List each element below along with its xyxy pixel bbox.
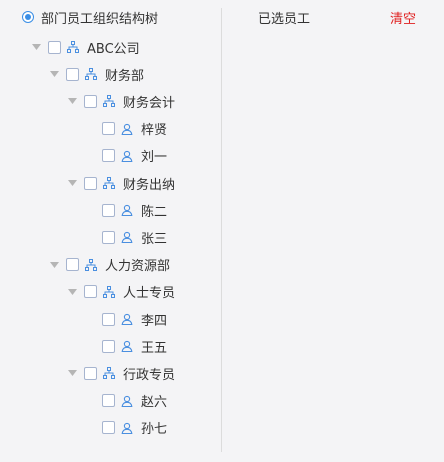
node-checkbox[interactable] bbox=[66, 67, 79, 81]
user-icon bbox=[120, 394, 133, 407]
org-structure-icon bbox=[66, 41, 79, 54]
tree-node-user[interactable]: 张三 bbox=[85, 227, 167, 247]
user-icon bbox=[120, 149, 133, 162]
node-checkbox[interactable] bbox=[102, 149, 115, 163]
user-icon bbox=[120, 122, 133, 135]
caret-down-icon[interactable] bbox=[31, 42, 41, 52]
tree-header-label: 部门员工组织结构树 bbox=[41, 11, 159, 27]
tree-node-dept[interactable]: 行政专员 bbox=[67, 363, 175, 383]
user-icon bbox=[120, 340, 133, 353]
node-checkbox[interactable] bbox=[102, 394, 115, 408]
org-structure-icon bbox=[84, 68, 97, 81]
tree-node-dept[interactable]: ABC公司 bbox=[31, 37, 140, 57]
node-label: ABC公司 bbox=[87, 41, 140, 57]
user-icon bbox=[120, 313, 133, 326]
user-icon bbox=[120, 204, 133, 217]
node-checkbox[interactable] bbox=[84, 366, 97, 380]
tree-node-dept[interactable]: 人力资源部 bbox=[49, 255, 170, 275]
node-label: 行政专员 bbox=[123, 367, 176, 383]
node-label: 王五 bbox=[141, 340, 168, 356]
tree-node-user[interactable]: 王五 bbox=[85, 336, 167, 356]
tree-node-user[interactable]: 孙七 bbox=[85, 418, 167, 438]
node-label: 财务部 bbox=[105, 68, 145, 84]
tree-node-dept[interactable]: 财务出纳 bbox=[67, 173, 175, 193]
tree-node-user[interactable]: 李四 bbox=[85, 309, 167, 329]
node-checkbox[interactable] bbox=[102, 339, 115, 353]
clear-button[interactable]: 清空 bbox=[390, 8, 416, 27]
org-structure-icon bbox=[102, 285, 115, 298]
node-label: 人力资源部 bbox=[105, 259, 171, 275]
org-structure-icon bbox=[102, 367, 115, 380]
tree-node-dept[interactable]: 财务会计 bbox=[67, 91, 175, 111]
node-label: 人士专员 bbox=[123, 286, 176, 302]
node-checkbox[interactable] bbox=[84, 176, 97, 190]
caret-down-icon[interactable] bbox=[67, 96, 77, 106]
tree-node-user[interactable]: 梓贤 bbox=[85, 119, 167, 139]
org-structure-icon bbox=[102, 177, 115, 190]
tree-mode-radio[interactable] bbox=[22, 11, 34, 23]
user-icon bbox=[120, 231, 133, 244]
node-checkbox[interactable] bbox=[48, 40, 61, 54]
selected-panel: 已选员工 清空 bbox=[222, 0, 444, 462]
tree-header: 部门员工组织结构树 bbox=[22, 8, 159, 27]
node-label: 赵六 bbox=[141, 395, 168, 411]
tree-node-user[interactable]: 刘一 bbox=[85, 146, 167, 166]
node-checkbox[interactable] bbox=[102, 312, 115, 326]
node-checkbox[interactable] bbox=[102, 203, 115, 217]
node-checkbox[interactable] bbox=[66, 258, 79, 272]
node-checkbox[interactable] bbox=[102, 230, 115, 244]
tree-node-dept[interactable]: 人士专员 bbox=[67, 282, 175, 302]
tree-node-dept[interactable]: 财务部 bbox=[49, 64, 144, 84]
node-label: 刘一 bbox=[141, 150, 168, 166]
caret-down-icon[interactable] bbox=[67, 178, 77, 188]
node-checkbox[interactable] bbox=[102, 421, 115, 435]
caret-down-icon[interactable] bbox=[49, 260, 59, 270]
node-label: 李四 bbox=[141, 313, 168, 329]
node-checkbox[interactable] bbox=[84, 94, 97, 108]
selected-employees-title: 已选员工 bbox=[258, 12, 311, 27]
tree-node-user[interactable]: 陈二 bbox=[85, 200, 167, 220]
node-label: 张三 bbox=[141, 231, 168, 247]
org-structure-icon bbox=[102, 95, 115, 108]
node-label: 梓贤 bbox=[141, 123, 168, 139]
tree-node-user[interactable]: 赵六 bbox=[85, 391, 167, 411]
node-label: 陈二 bbox=[141, 204, 168, 220]
node-label: 孙七 bbox=[141, 422, 168, 438]
node-checkbox[interactable] bbox=[102, 122, 115, 136]
node-label: 财务出纳 bbox=[123, 177, 176, 193]
node-checkbox[interactable] bbox=[84, 285, 97, 299]
caret-down-icon[interactable] bbox=[67, 287, 77, 297]
caret-down-icon[interactable] bbox=[67, 368, 77, 378]
org-tree-panel: 部门员工组织结构树 ABC公司财务部财务会计梓贤刘一财务出纳陈二张三人力资源部人… bbox=[0, 0, 221, 462]
caret-down-icon[interactable] bbox=[49, 69, 59, 79]
user-icon bbox=[120, 421, 133, 434]
org-structure-icon bbox=[84, 258, 97, 271]
node-label: 财务会计 bbox=[123, 95, 176, 111]
